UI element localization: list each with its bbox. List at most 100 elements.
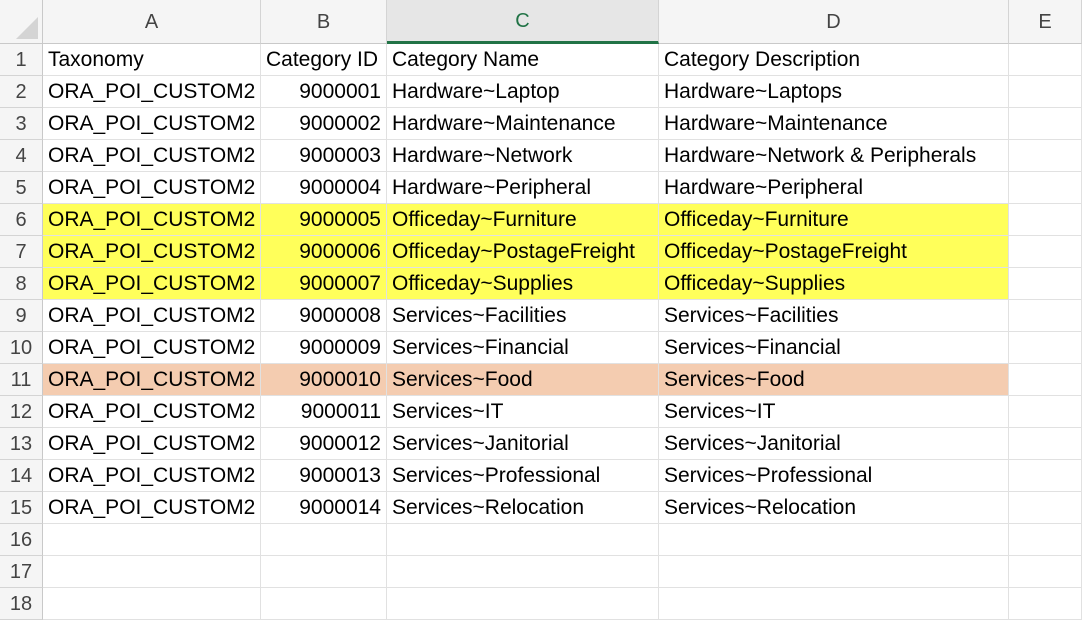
cell-b[interactable]: 9000001 bbox=[261, 76, 387, 108]
cell-d[interactable]: Services~Janitorial bbox=[659, 428, 1009, 460]
cell-b[interactable]: 9000009 bbox=[261, 332, 387, 364]
cell-a[interactable]: ORA_POI_CUSTOM2 bbox=[43, 364, 261, 396]
cell-b[interactable] bbox=[261, 556, 387, 588]
cell-a[interactable]: ORA_POI_CUSTOM2 bbox=[43, 460, 261, 492]
cell-c[interactable]: Hardware~Peripheral bbox=[387, 172, 659, 204]
cell-b[interactable]: 9000005 bbox=[261, 204, 387, 236]
row-header[interactable]: 14 bbox=[0, 460, 43, 492]
column-header-a[interactable]: A bbox=[43, 0, 261, 44]
cell-b[interactable]: 9000014 bbox=[261, 492, 387, 524]
cell-a[interactable]: ORA_POI_CUSTOM2 bbox=[43, 172, 261, 204]
cell-d[interactable]: Services~Financial bbox=[659, 332, 1009, 364]
cell-b[interactable]: 9000011 bbox=[261, 396, 387, 428]
cell-d[interactable]: Category Description bbox=[659, 44, 1009, 76]
row-header[interactable]: 6 bbox=[0, 204, 43, 236]
row-header[interactable]: 11 bbox=[0, 364, 43, 396]
cell-a[interactable]: ORA_POI_CUSTOM2 bbox=[43, 108, 261, 140]
cell-e[interactable] bbox=[1009, 300, 1082, 332]
cell-b[interactable]: 9000006 bbox=[261, 236, 387, 268]
cell-d[interactable]: Hardware~Network & Peripherals bbox=[659, 140, 1009, 172]
row-header[interactable]: 8 bbox=[0, 268, 43, 300]
row-header[interactable]: 13 bbox=[0, 428, 43, 460]
cell-d[interactable]: Hardware~Laptops bbox=[659, 76, 1009, 108]
cell-c[interactable]: Hardware~Network bbox=[387, 140, 659, 172]
cell-d[interactable]: Services~IT bbox=[659, 396, 1009, 428]
cell-e[interactable] bbox=[1009, 140, 1082, 172]
cell-d[interactable]: Hardware~Maintenance bbox=[659, 108, 1009, 140]
cell-c[interactable]: Services~Professional bbox=[387, 460, 659, 492]
cell-a[interactable] bbox=[43, 588, 261, 620]
cell-a[interactable] bbox=[43, 556, 261, 588]
cell-a[interactable]: ORA_POI_CUSTOM2 bbox=[43, 300, 261, 332]
cell-e[interactable] bbox=[1009, 44, 1082, 76]
cell-c[interactable]: Services~Relocation bbox=[387, 492, 659, 524]
column-header-b[interactable]: B bbox=[261, 0, 387, 44]
cell-d[interactable]: Services~Relocation bbox=[659, 492, 1009, 524]
cell-b[interactable]: 9000004 bbox=[261, 172, 387, 204]
cell-a[interactable]: Taxonomy bbox=[43, 44, 261, 76]
cell-c[interactable]: Services~Janitorial bbox=[387, 428, 659, 460]
row-header[interactable]: 5 bbox=[0, 172, 43, 204]
cell-d[interactable]: Officeday~Supplies bbox=[659, 268, 1009, 300]
cell-e[interactable] bbox=[1009, 332, 1082, 364]
column-header-d[interactable]: D bbox=[659, 0, 1009, 44]
select-all-corner[interactable] bbox=[0, 0, 43, 44]
cell-c[interactable]: Services~Food bbox=[387, 364, 659, 396]
cell-d[interactable]: Officeday~PostageFreight bbox=[659, 236, 1009, 268]
cell-a[interactable]: ORA_POI_CUSTOM2 bbox=[43, 204, 261, 236]
cell-d[interactable] bbox=[659, 556, 1009, 588]
cell-a[interactable]: ORA_POI_CUSTOM2 bbox=[43, 492, 261, 524]
cell-e[interactable] bbox=[1009, 172, 1082, 204]
cell-b[interactable]: 9000010 bbox=[261, 364, 387, 396]
row-header[interactable]: 12 bbox=[0, 396, 43, 428]
column-header-c[interactable]: C bbox=[387, 0, 659, 44]
cell-e[interactable] bbox=[1009, 204, 1082, 236]
cell-c[interactable]: Services~Facilities bbox=[387, 300, 659, 332]
cell-a[interactable]: ORA_POI_CUSTOM2 bbox=[43, 76, 261, 108]
cell-e[interactable] bbox=[1009, 236, 1082, 268]
cell-e[interactable] bbox=[1009, 588, 1082, 620]
cell-b[interactable]: 9000008 bbox=[261, 300, 387, 332]
cell-b[interactable] bbox=[261, 524, 387, 556]
cell-c[interactable] bbox=[387, 556, 659, 588]
column-header-e[interactable]: E bbox=[1009, 0, 1082, 44]
cell-d[interactable]: Services~Food bbox=[659, 364, 1009, 396]
row-header[interactable]: 17 bbox=[0, 556, 43, 588]
cell-a[interactable]: ORA_POI_CUSTOM2 bbox=[43, 268, 261, 300]
cell-d[interactable]: Services~Facilities bbox=[659, 300, 1009, 332]
row-header[interactable]: 2 bbox=[0, 76, 43, 108]
cell-c[interactable] bbox=[387, 524, 659, 556]
row-header[interactable]: 10 bbox=[0, 332, 43, 364]
cell-b[interactable] bbox=[261, 588, 387, 620]
spreadsheet-grid[interactable]: A B C D E 1 Taxonomy Category ID Category N… bbox=[0, 0, 1082, 620]
cell-c[interactable]: Hardware~Laptop bbox=[387, 76, 659, 108]
cell-c[interactable]: Hardware~Maintenance bbox=[387, 108, 659, 140]
cell-a[interactable] bbox=[43, 524, 261, 556]
cell-e[interactable] bbox=[1009, 492, 1082, 524]
cell-e[interactable] bbox=[1009, 556, 1082, 588]
cell-c[interactable]: Services~Financial bbox=[387, 332, 659, 364]
cell-a[interactable]: ORA_POI_CUSTOM2 bbox=[43, 140, 261, 172]
row-header[interactable]: 18 bbox=[0, 588, 43, 620]
cell-d[interactable]: Services~Professional bbox=[659, 460, 1009, 492]
row-header[interactable]: 4 bbox=[0, 140, 43, 172]
cell-e[interactable] bbox=[1009, 76, 1082, 108]
cell-e[interactable] bbox=[1009, 428, 1082, 460]
cell-b[interactable]: Category ID bbox=[261, 44, 387, 76]
row-header[interactable]: 15 bbox=[0, 492, 43, 524]
cell-b[interactable]: 9000012 bbox=[261, 428, 387, 460]
cell-a[interactable]: ORA_POI_CUSTOM2 bbox=[43, 428, 261, 460]
cell-c[interactable]: Officeday~Supplies bbox=[387, 268, 659, 300]
row-header[interactable]: 16 bbox=[0, 524, 43, 556]
cell-c[interactable]: Services~IT bbox=[387, 396, 659, 428]
cell-c[interactable]: Officeday~PostageFreight bbox=[387, 236, 659, 268]
cell-e[interactable] bbox=[1009, 396, 1082, 428]
cell-e[interactable] bbox=[1009, 364, 1082, 396]
cell-a[interactable]: ORA_POI_CUSTOM2 bbox=[43, 396, 261, 428]
cell-a[interactable]: ORA_POI_CUSTOM2 bbox=[43, 236, 261, 268]
cell-a[interactable]: ORA_POI_CUSTOM2 bbox=[43, 332, 261, 364]
cell-d[interactable] bbox=[659, 524, 1009, 556]
cell-b[interactable]: 9000013 bbox=[261, 460, 387, 492]
cell-b[interactable]: 9000002 bbox=[261, 108, 387, 140]
cell-d[interactable]: Officeday~Furniture bbox=[659, 204, 1009, 236]
